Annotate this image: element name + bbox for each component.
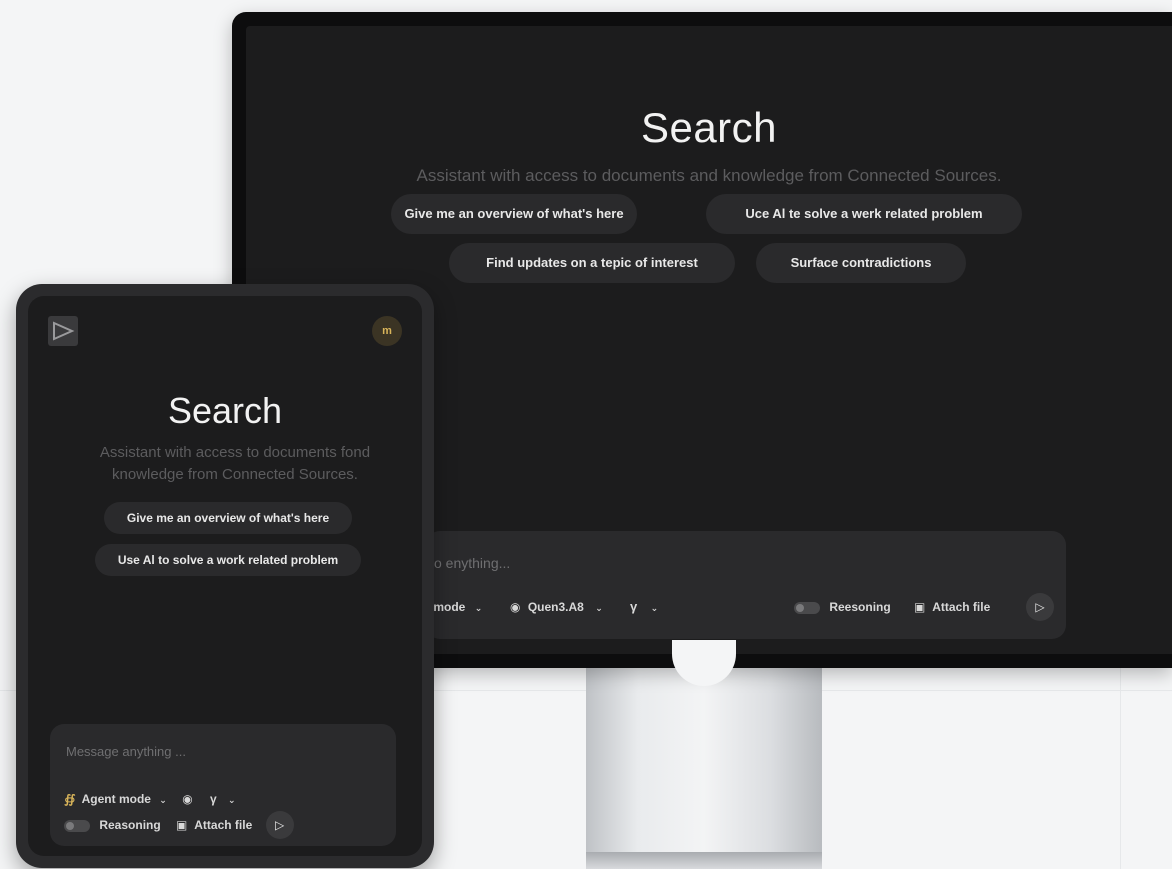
model-dropdown[interactable]: ◉ xyxy=(182,792,196,806)
reasoning-toggle[interactable]: Reasoning xyxy=(64,818,164,832)
suggestion-chip[interactable]: Give me an overview of what's here xyxy=(391,194,637,234)
reasoning-label: Reesoning xyxy=(829,600,891,614)
globe-icon: ◉ xyxy=(510,600,521,614)
attach-icon: ▣ xyxy=(176,818,188,833)
logo-glyph xyxy=(53,321,75,341)
agent-mode-dropdown[interactable]: t mode ⌄ xyxy=(426,593,482,621)
input-toolbar-row: Reasoning ▣ Attach file ▷ xyxy=(64,811,394,839)
attach-file-label: Attach file xyxy=(932,600,991,614)
app-logo-icon[interactable] xyxy=(48,316,78,346)
input-toolbar-row: ∯ Agent mode ⌄ ◉ γ ⌄ xyxy=(64,786,394,812)
attach-file-button[interactable]: ▣ Attach file xyxy=(914,593,990,621)
avatar[interactable]: m xyxy=(372,316,402,346)
input-toolbar: t mode ⌄ ◉ Quen3.A8 ⌄ γ ⌄ Reesoning ▣ At… xyxy=(426,593,1066,621)
agent-mode-dropdown[interactable]: ∯ Agent mode ⌄ xyxy=(64,792,170,806)
tablet-device: m Search Assistant with access to docume… xyxy=(16,284,434,868)
suggestion-chip[interactable]: Surface contradictions xyxy=(756,243,966,283)
attach-file-button[interactable]: ▣ Attach file xyxy=(176,818,256,832)
suggestion-chip[interactable]: Give me an overview of what's here xyxy=(104,502,352,534)
message-input-box[interactable]: Message anything ... ∯ Agent mode ⌄ ◉ γ … xyxy=(50,724,396,846)
send-button[interactable]: ▷ xyxy=(265,811,294,839)
globe-icon: ◉ xyxy=(182,792,193,806)
send-button[interactable]: ▷ xyxy=(1026,593,1054,621)
monitor-stand-base xyxy=(586,852,822,869)
page-title: Search xyxy=(640,104,778,151)
reasoning-toggle[interactable]: Reesoning xyxy=(794,593,891,621)
message-input-placeholder: Message anything ... xyxy=(66,744,186,759)
monitor-stand xyxy=(586,668,822,869)
filter-icon: γ xyxy=(630,599,638,614)
suggestion-chip[interactable]: Find updates on a tepic of interest xyxy=(449,243,735,283)
chevron-down-icon: ⌄ xyxy=(650,603,659,613)
filter-icon: γ xyxy=(210,792,217,806)
page-subtitle: Assistant with access to documents fond … xyxy=(99,444,371,483)
chevron-down-icon: ⌄ xyxy=(595,603,603,613)
chevron-down-icon: ⌄ xyxy=(159,795,167,805)
agent-icon: ∯ xyxy=(64,792,76,806)
send-icon: ▷ xyxy=(1035,600,1045,614)
toggle-switch[interactable] xyxy=(794,601,820,614)
attach-file-label: Attach file xyxy=(194,818,253,833)
attach-icon: ▣ xyxy=(914,600,926,614)
message-input-placeholder: o enything... xyxy=(434,555,511,571)
model-dropdown[interactable]: ◉ Quen3.A8 ⌄ xyxy=(510,593,603,621)
send-icon: ▷ xyxy=(275,818,285,832)
agent-mode-label: Agent mode xyxy=(81,792,151,806)
page-subtitle: Assistant with access to documents and k… xyxy=(416,166,1002,185)
page-title: Search xyxy=(167,390,283,431)
filter-dropdown[interactable]: γ ⌄ xyxy=(210,792,236,806)
suggestion-chip[interactable]: Uce Al te solve a werk related problem xyxy=(706,194,1022,234)
message-input-box[interactable]: o enything... t mode ⌄ ◉ Quen3.A8 ⌄ γ ⌄ xyxy=(426,531,1066,639)
tablet-screen: m Search Assistant with access to docume… xyxy=(28,296,422,856)
chevron-down-icon: ⌄ xyxy=(228,795,236,805)
reasoning-label: Reasoning xyxy=(99,818,161,833)
model-label: Quen3.A8 xyxy=(527,600,584,614)
toggle-switch[interactable] xyxy=(64,820,90,832)
suggestion-chip[interactable]: Use Al to solve a work related problem xyxy=(95,544,361,576)
filter-dropdown[interactable]: γ ⌄ xyxy=(630,593,658,621)
chevron-down-icon: ⌄ xyxy=(474,603,483,613)
